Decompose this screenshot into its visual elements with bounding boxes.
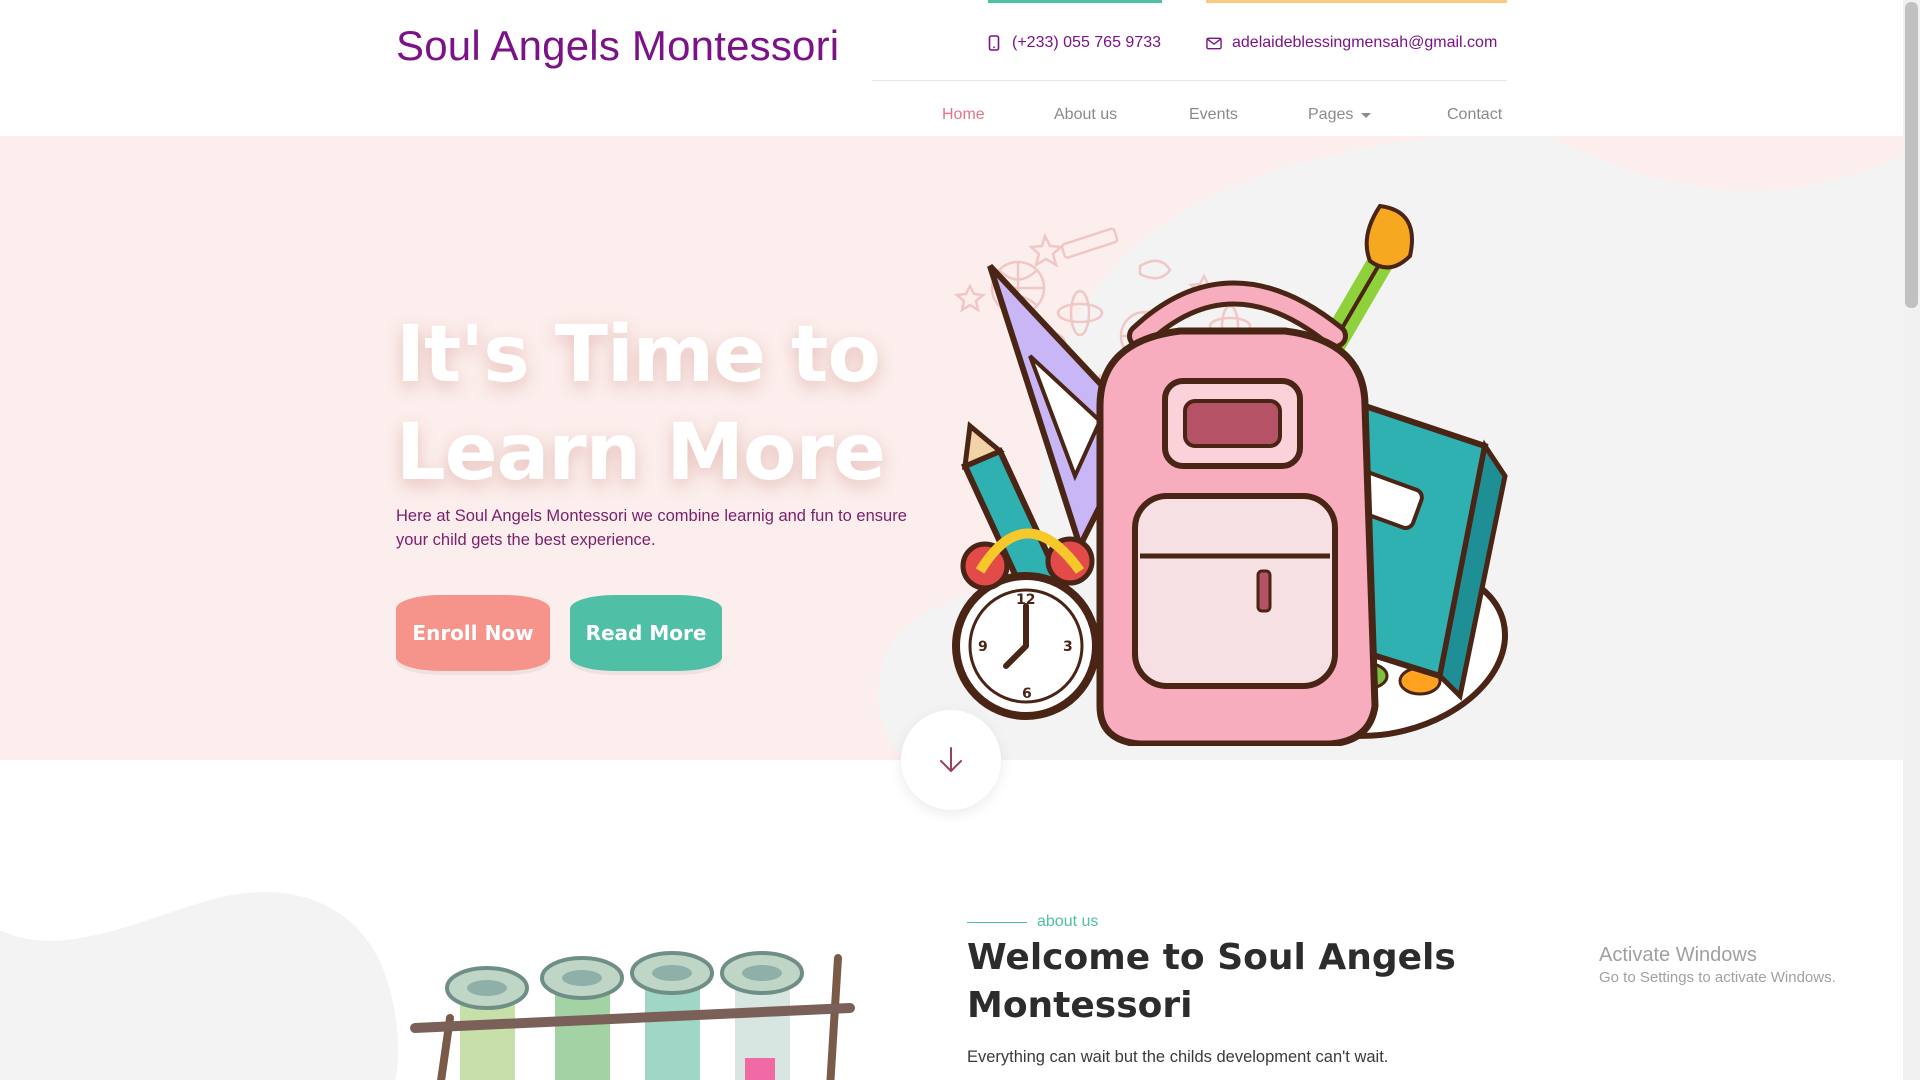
topbar-accent-green [988, 0, 1162, 3]
svg-text:6: 6 [1022, 686, 1032, 702]
topbar-accent-yellow [1206, 0, 1507, 3]
test-tubes-illustration [410, 951, 855, 1080]
kicker-line [967, 921, 1027, 923]
activate-windows-watermark: Activate Windows Go to Settings to activ… [1599, 944, 1836, 986]
svg-text:12: 12 [1016, 592, 1035, 608]
svg-text:9: 9 [978, 639, 988, 655]
watermark-title: Activate Windows [1599, 944, 1757, 966]
about-text: Everything can wait but the childs devel… [967, 1048, 1389, 1066]
hero-title-line-1: It's Time to [396, 310, 881, 400]
hero-title: It's Time to Learn More [396, 306, 886, 502]
site-logo[interactable]: Soul Angels Montessori [396, 22, 839, 70]
contact-email[interactable]: adelaideblessingmensah@gmail.com [1206, 34, 1497, 52]
hero-title-line-2: Learn More [396, 408, 886, 498]
watermark-subtitle: Go to Settings to activate Windows. [1599, 969, 1836, 986]
contact-phone-text: (+233) 055 765 9733 [1012, 34, 1162, 51]
header-divider [872, 80, 1507, 81]
scrollbar-thumb[interactable] [1905, 2, 1918, 308]
school-backpack-illustration: 12 3 6 9 [952, 203, 1509, 746]
contact-phone[interactable]: (+233) 055 765 9733 [986, 34, 1161, 52]
nav-item-events[interactable]: Events [1189, 106, 1238, 124]
contact-email-text: adelaideblessingmensah@gmail.com [1232, 34, 1498, 51]
scroll-down-button[interactable] [901, 710, 1001, 810]
hero-description: Here at Soul Angels Montessori we combin… [396, 507, 907, 549]
nav-item-pages-label: Pages [1308, 106, 1354, 123]
about-kicker: about us [967, 913, 1098, 931]
mobile-phone-icon [986, 35, 1002, 51]
chevron-down-icon [1361, 112, 1372, 118]
about-title: Welcome to Soul Angels Montessori [967, 937, 1456, 1026]
enroll-now-button[interactable]: Enroll Now [396, 595, 550, 671]
read-more-button[interactable]: Read More [570, 595, 722, 671]
main-nav: Home About us Events Pages Contact [0, 106, 1903, 128]
svg-text:3: 3 [1063, 639, 1073, 655]
about-kicker-text: about us [1037, 913, 1099, 930]
envelope-icon [1206, 35, 1222, 51]
nav-item-about-us[interactable]: About us [1054, 106, 1117, 124]
site-header: Soul Angels Montessori (+233) 055 765 97… [0, 0, 1903, 136]
arrow-down-icon [940, 747, 962, 772]
nav-item-home[interactable]: Home [942, 106, 985, 124]
nav-item-pages[interactable]: Pages [1308, 106, 1372, 124]
page-scrollbar[interactable] [1903, 0, 1920, 1080]
nav-item-contact[interactable]: Contact [1447, 106, 1502, 124]
hero-section: It's Time to Learn More Here at Soul Ang… [0, 136, 1903, 760]
